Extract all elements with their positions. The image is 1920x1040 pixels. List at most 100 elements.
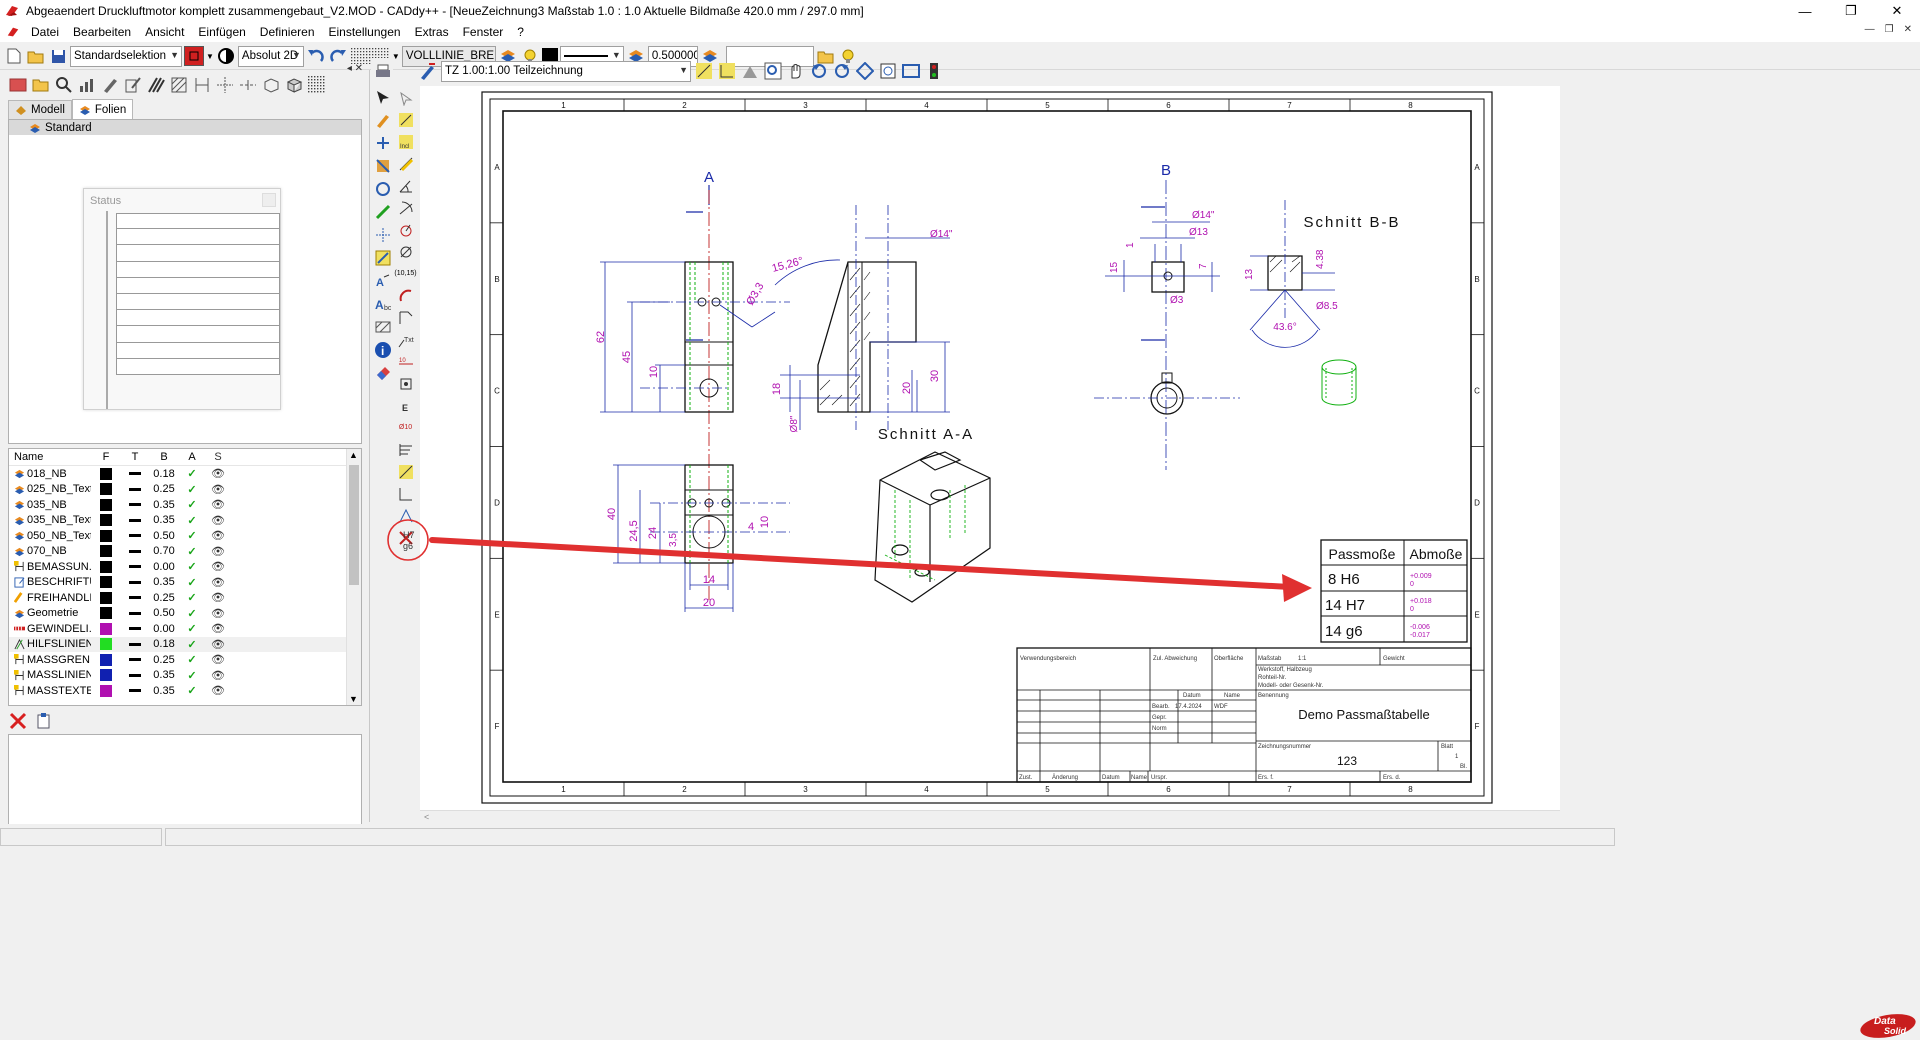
dim-chain-icon[interactable]: 10 <box>396 352 415 371</box>
layer-visible-eye-icon[interactable]: 👁 <box>205 545 231 558</box>
selection-mode-select[interactable]: Standardselektion ▼ <box>70 45 182 67</box>
layer-row[interactable]: 050_NB_Text 0.50 ✓ 👁 <box>9 528 361 544</box>
dim-baseline-icon[interactable] <box>396 462 415 481</box>
label-tool-icon[interactable]: Abc <box>373 294 392 313</box>
scroll-left-icon[interactable]: < <box>424 812 429 822</box>
layer-active-check-icon[interactable]: ✓ <box>179 591 205 604</box>
dim-angle-icon[interactable] <box>396 176 415 195</box>
close-button[interactable]: ✕ <box>1874 0 1920 22</box>
layer-color-cell[interactable] <box>91 684 121 697</box>
line-draw-icon[interactable] <box>373 202 392 221</box>
eraser-icon[interactable] <box>373 363 392 382</box>
coord-mode-select[interactable]: Absolut 2D ▼ <box>237 45 304 67</box>
tab-modell[interactable]: Modell <box>8 100 72 119</box>
layer-color-cell[interactable] <box>91 638 121 651</box>
traffic-light-icon[interactable] <box>924 61 944 81</box>
layer-width-cell[interactable]: 0.25 <box>149 654 179 666</box>
layer-width-cell[interactable]: 0.18 <box>149 638 179 650</box>
layer-active-check-icon[interactable]: ✓ <box>179 529 205 542</box>
layer-visible-eye-icon[interactable]: 👁 <box>205 607 231 620</box>
zoom-all-icon[interactable] <box>855 61 875 81</box>
layer-row[interactable]: BESCHRIFTU... 0.35✓👁 <box>9 575 361 591</box>
layer-color-cell[interactable] <box>91 576 121 589</box>
layer-active-check-icon[interactable]: ✓ <box>179 653 205 666</box>
layer-active-check-icon[interactable]: ✓ <box>179 498 205 511</box>
pin-icon[interactable]: ◂ ✕ <box>347 63 363 74</box>
layer-width-cell[interactable]: 0.00 <box>149 623 179 635</box>
chevron-down-icon[interactable]: ▼ <box>392 52 400 61</box>
axis-icon[interactable] <box>238 75 258 95</box>
layer-row[interactable]: MASSLINIEN 0.35 ✓ 👁 <box>9 668 361 684</box>
dim-leader-icon[interactable] <box>396 308 415 327</box>
menu-datei[interactable]: Datei <box>24 25 66 39</box>
zoom-extents-icon[interactable] <box>901 61 921 81</box>
layer-color-cell[interactable] <box>91 514 121 527</box>
new-file-icon[interactable] <box>4 46 24 66</box>
document-menu-icon[interactable] <box>6 25 20 39</box>
dim-aligned-icon[interactable] <box>396 154 415 173</box>
layer-width-cell[interactable]: 0.35 <box>149 514 179 526</box>
layer-visible-eye-icon[interactable]: 👁 <box>205 467 231 480</box>
menu-definieren[interactable]: Definieren <box>253 25 322 39</box>
dim-diameter-text-icon[interactable]: Ø10 <box>396 418 415 437</box>
layer-active-check-icon[interactable]: ✓ <box>179 545 205 558</box>
layer-active-check-icon[interactable]: ✓ <box>179 638 205 651</box>
layer-linetype-cell[interactable] <box>121 673 149 677</box>
layer-active-check-icon[interactable]: ✓ <box>179 514 205 527</box>
layer-linetype-cell[interactable] <box>121 642 149 646</box>
dimension-tool-icon[interactable] <box>373 248 392 267</box>
layer-visible-eye-icon[interactable]: 👁 <box>205 638 231 651</box>
layer-color-cell[interactable] <box>91 607 121 620</box>
column-header-s[interactable]: S <box>205 451 231 463</box>
tab-folien[interactable]: Folien <box>71 99 134 119</box>
maximize-button[interactable]: ❐ <box>1828 0 1874 22</box>
redo-icon[interactable] <box>328 46 348 66</box>
zoom-dim-icon[interactable] <box>717 61 737 81</box>
layer-linetype-cell[interactable] <box>121 689 149 693</box>
zoom-next-icon[interactable] <box>832 61 852 81</box>
dot-grid-icon[interactable] <box>307 75 327 95</box>
dim-center-icon[interactable] <box>396 374 415 393</box>
pen-settings-icon[interactable] <box>418 61 438 81</box>
layer-color-cell[interactable] <box>91 467 121 480</box>
layer-row[interactable]: 035_NB 0.35 ✓ 👁 <box>9 497 361 513</box>
dim-ordinate-icon[interactable] <box>396 440 415 459</box>
layer-width-cell[interactable]: 0.70 <box>149 545 179 557</box>
layer-row[interactable]: 025_NB_Text 0.25 ✓ 👁 <box>9 482 361 498</box>
drawing-canvas[interactable]: 1122334455667788AABBCCDDEEFF A 62 45 10 … <box>420 86 1560 810</box>
color-picker-icon[interactable] <box>184 46 204 66</box>
layer-visible-eye-icon[interactable]: 👁 <box>205 576 231 589</box>
delete-layer-icon[interactable] <box>8 711 28 731</box>
chart-icon[interactable] <box>77 75 97 95</box>
layer-active-check-icon[interactable]: ✓ <box>179 684 205 697</box>
text-leader-icon[interactable]: Txt <box>396 330 415 349</box>
pan-hand-icon[interactable] <box>786 61 806 81</box>
layer-color-cell[interactable] <box>91 653 121 666</box>
dim-edge-icon[interactable]: E <box>396 396 415 415</box>
text-tool-icon[interactable]: A <box>373 271 392 290</box>
layer-linetype-cell[interactable] <box>121 596 149 600</box>
column-header-name[interactable]: Name <box>9 451 91 463</box>
scroll-down-icon[interactable]: ▼ <box>349 694 358 704</box>
layer-active-check-icon[interactable]: ✓ <box>179 560 205 573</box>
layer-active-check-icon[interactable]: ✓ <box>179 622 205 635</box>
dim-linear-icon[interactable] <box>396 110 415 129</box>
snap-toggle-icon[interactable] <box>216 46 236 66</box>
layer-width-cell[interactable]: 0.35 <box>149 669 179 681</box>
layer-row[interactable]: Geometrie 0.50 ✓ 👁 <box>9 606 361 622</box>
dimension-icon[interactable] <box>192 75 212 95</box>
column-header-t[interactable]: T <box>121 451 149 463</box>
layer-properties-icon[interactable] <box>34 711 54 731</box>
layer-color-cell[interactable] <box>91 498 121 511</box>
scroll-up-icon[interactable]: ▲ <box>349 450 358 460</box>
column-header-a[interactable]: A <box>179 451 205 463</box>
layer-linetype-cell[interactable] <box>121 472 149 476</box>
layer-linetype-cell[interactable] <box>121 658 149 662</box>
point-icon[interactable] <box>373 225 392 244</box>
crosshair-icon[interactable] <box>215 75 235 95</box>
layer-width-cell[interactable]: 0.25 <box>149 592 179 604</box>
mdi-restore-icon[interactable]: ❐ <box>1885 24 1894 35</box>
pointer-icon[interactable] <box>396 88 415 107</box>
layer-linetype-cell[interactable] <box>121 503 149 507</box>
layer-linetype-cell[interactable] <box>121 611 149 615</box>
